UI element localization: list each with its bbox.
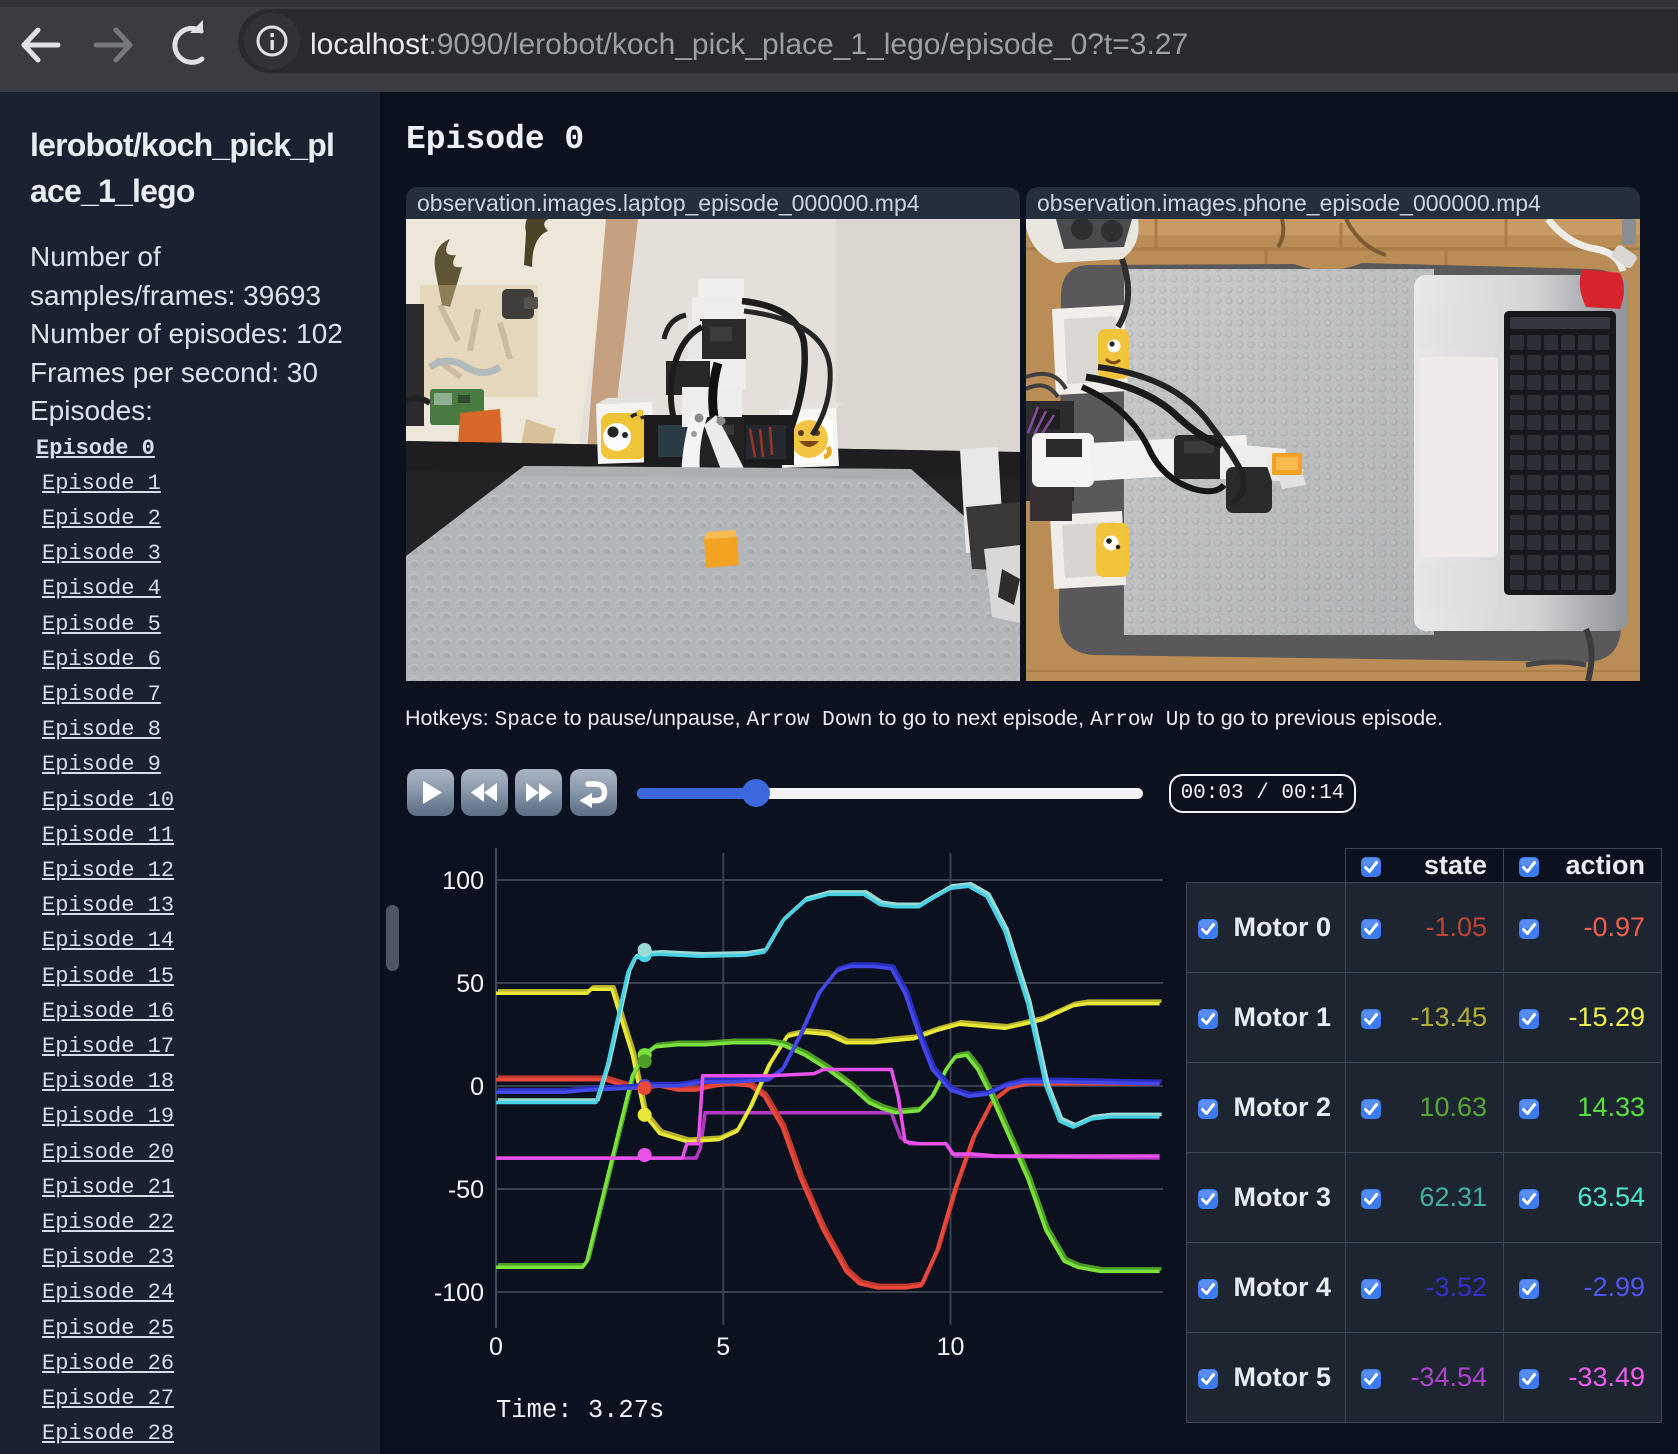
svg-text:-100: -100 xyxy=(434,1279,484,1307)
svg-text:-50: -50 xyxy=(448,1176,484,1204)
svg-text:10: 10 xyxy=(937,1333,965,1361)
svg-text:100: 100 xyxy=(442,867,484,895)
svg-text:0: 0 xyxy=(470,1073,484,1101)
svg-text:Time: 3.27s: Time: 3.27s xyxy=(496,1396,664,1425)
svg-text:5: 5 xyxy=(716,1333,730,1361)
svg-text:50: 50 xyxy=(456,970,484,998)
svg-text:0: 0 xyxy=(489,1333,503,1361)
